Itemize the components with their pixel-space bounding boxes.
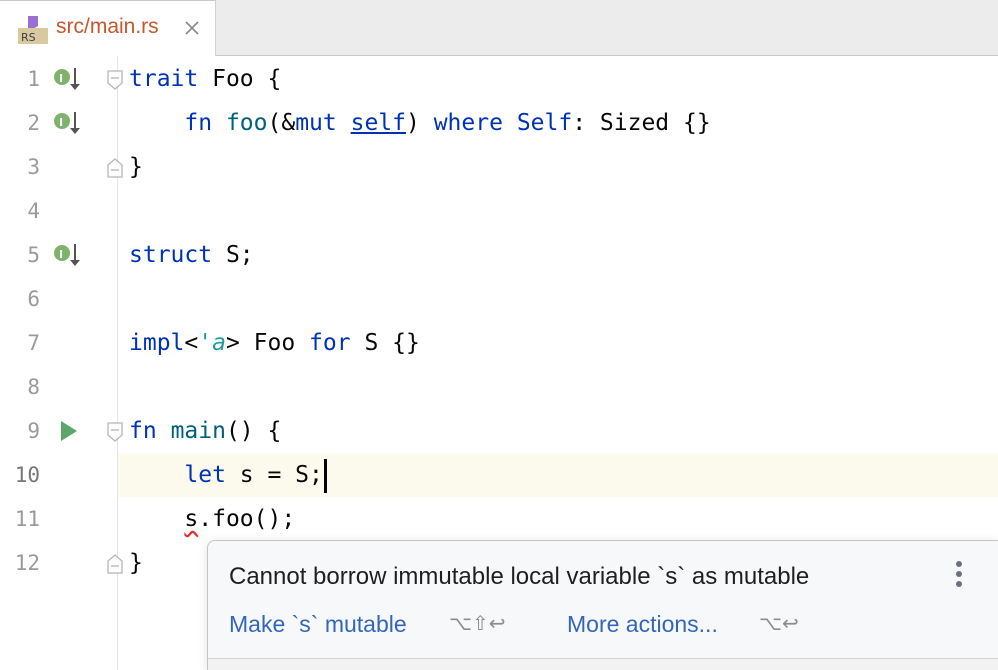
code-text: > Foo bbox=[225, 330, 310, 356]
error-highlight[interactable]: s bbox=[184, 506, 198, 532]
make-mutable-link[interactable]: Make `s` mutable bbox=[229, 611, 407, 638]
function-name: foo bbox=[225, 110, 268, 136]
keyword: impl bbox=[129, 330, 185, 356]
line-number: 9 bbox=[27, 419, 40, 443]
lifetime: 'a bbox=[198, 330, 226, 356]
fold-start-icon[interactable] bbox=[106, 69, 124, 91]
error-popup: Cannot borrow immutable local variable `… bbox=[207, 540, 998, 670]
function-name: main bbox=[170, 418, 226, 444]
make-mutable-shortcut: ⌥⇧↩ bbox=[449, 611, 506, 635]
keyword: mut bbox=[295, 110, 337, 136]
code-line[interactable]: struct S; bbox=[129, 233, 254, 277]
code-text: } bbox=[129, 154, 143, 180]
run-icon[interactable] bbox=[52, 417, 84, 445]
keyword: fn bbox=[184, 110, 213, 136]
code-line[interactable]: fn main() { bbox=[129, 409, 281, 453]
svg-text:RS: RS bbox=[21, 31, 36, 44]
keyword: where bbox=[433, 110, 503, 136]
gutter-row: 6 bbox=[0, 277, 998, 321]
svg-text:I: I bbox=[59, 116, 63, 129]
code-text: < bbox=[184, 330, 199, 356]
line-number: 11 bbox=[14, 507, 40, 531]
code-text: ) bbox=[406, 110, 434, 136]
code-text: (& bbox=[267, 110, 296, 136]
code-text: } bbox=[129, 550, 143, 576]
code-line[interactable]: } bbox=[129, 541, 143, 585]
close-icon[interactable] bbox=[183, 19, 201, 37]
error-message: Cannot borrow immutable local variable `… bbox=[229, 563, 810, 590]
keyword: fn bbox=[129, 418, 157, 444]
line-number: 12 bbox=[14, 551, 40, 575]
code-line[interactable]: s.foo(); bbox=[129, 497, 295, 541]
code-line[interactable]: let s = S; bbox=[129, 453, 327, 497]
more-options-icon[interactable] bbox=[956, 561, 964, 589]
fold-end-icon[interactable] bbox=[106, 157, 124, 179]
svg-text:I: I bbox=[59, 72, 63, 85]
implemented-icon[interactable]: I bbox=[52, 65, 84, 93]
code-line[interactable]: } bbox=[129, 145, 143, 189]
self-param: self bbox=[350, 110, 406, 136]
tab-label: src/main.rs bbox=[56, 15, 159, 38]
code-text: : Sized {} bbox=[572, 110, 711, 136]
keyword: trait bbox=[129, 66, 199, 92]
tab-main-rs[interactable]: RS src/main.rs bbox=[0, 0, 216, 56]
more-actions-shortcut: ⌥↩ bbox=[759, 611, 799, 635]
editor-tab-bar: RS src/main.rs bbox=[0, 0, 998, 56]
gutter-row: 3 bbox=[0, 145, 998, 189]
code-text: .foo(); bbox=[198, 506, 296, 532]
gutter-row: 8 bbox=[0, 365, 998, 409]
code-text: S {} bbox=[350, 330, 420, 356]
popup-footer bbox=[208, 658, 998, 670]
line-number: 8 bbox=[27, 375, 40, 399]
keyword: Self bbox=[516, 110, 573, 136]
svg-text:I: I bbox=[59, 248, 63, 261]
keyword: for bbox=[309, 330, 351, 356]
keyword: let bbox=[184, 462, 226, 488]
line-number: 1 bbox=[27, 67, 40, 91]
line-number: 2 bbox=[27, 111, 40, 135]
fold-end-icon[interactable] bbox=[106, 553, 124, 575]
code-text: s = S; bbox=[225, 462, 323, 488]
text-caret bbox=[323, 458, 327, 493]
implemented-icon[interactable]: I bbox=[52, 109, 84, 137]
code-text: Foo { bbox=[198, 66, 282, 92]
line-number: 5 bbox=[27, 243, 40, 267]
code-line[interactable]: impl<'a> Foo for S {} bbox=[129, 321, 420, 365]
line-number: 7 bbox=[27, 331, 40, 355]
fold-start-icon[interactable] bbox=[106, 421, 124, 443]
line-number: 6 bbox=[27, 287, 40, 311]
code-text: S; bbox=[212, 242, 254, 268]
code-line[interactable]: trait Foo { bbox=[129, 57, 281, 101]
code-text: () { bbox=[225, 418, 282, 444]
code-line[interactable]: fn foo(&mut self) where Self: Sized {} bbox=[129, 101, 711, 145]
more-actions-link[interactable]: More actions... bbox=[567, 611, 718, 638]
keyword: struct bbox=[129, 242, 213, 268]
implemented-icon[interactable]: I bbox=[52, 241, 84, 269]
rust-file-icon: RS bbox=[18, 16, 48, 44]
gutter-row: 4 bbox=[0, 189, 998, 233]
line-number: 3 bbox=[27, 155, 40, 179]
line-number: 4 bbox=[27, 199, 40, 223]
line-number: 10 bbox=[14, 463, 40, 487]
